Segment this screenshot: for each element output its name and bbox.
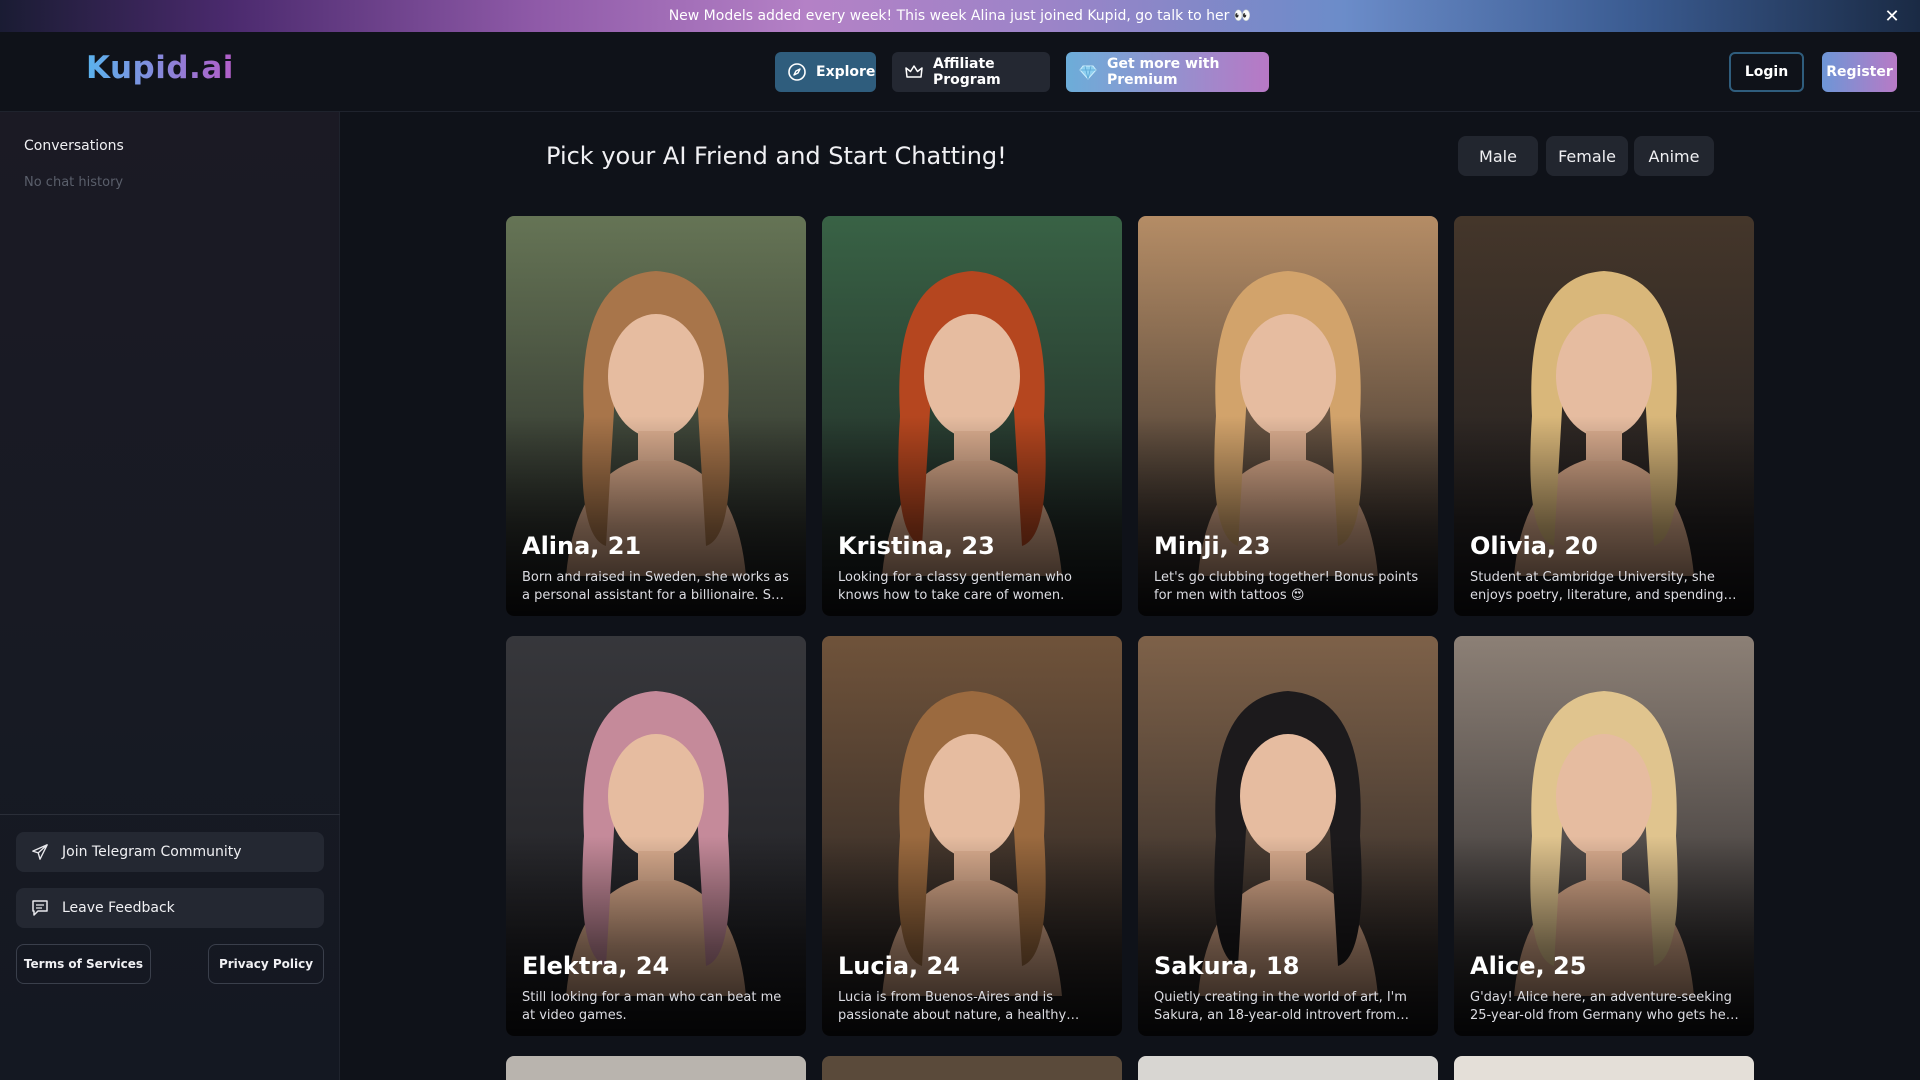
character-name: Lucia, 24	[838, 952, 960, 980]
character-name: Alina, 21	[522, 532, 642, 560]
conversations-title: Conversations	[24, 138, 124, 154]
diamond-icon	[1078, 62, 1098, 82]
partial-card[interactable]	[1138, 1056, 1438, 1080]
premium-label: Get more with Premium	[1107, 56, 1220, 88]
filter-female-button[interactable]: Female	[1546, 136, 1628, 176]
character-card[interactable]: Olivia, 20 Student at Cambridge Universit…	[1454, 216, 1754, 616]
sidebar-divider	[0, 814, 340, 815]
telegram-label: Join Telegram Community	[62, 844, 242, 860]
affiliate-label: Affiliate Program	[933, 56, 1001, 88]
feedback-label: Leave Feedback	[62, 900, 175, 916]
announcement-text: New Models added every week! This week A…	[668, 8, 1252, 24]
character-name: Elektra, 24	[522, 952, 670, 980]
character-name: Alice, 25	[1470, 952, 1587, 980]
announcement-bar: New Models added every week! This week A…	[0, 0, 1920, 32]
leave-feedback-button[interactable]: Leave Feedback	[16, 888, 324, 928]
character-description: Student at Cambridge University, she enj…	[1470, 570, 1724, 603]
character-card[interactable]: Lucia, 24 Lucia is from Buenos-Aires and …	[822, 636, 1122, 1036]
character-description: Lucia is from Buenos-Aires and is passio…	[838, 990, 1067, 1023]
character-card[interactable]: Elektra, 24 Still looking for a man who c…	[506, 636, 806, 1036]
character-description: Quietly creating in the world of art, I'…	[1154, 990, 1407, 1023]
explore-button[interactable]: Explore	[775, 52, 876, 92]
character-card[interactable]: Alice, 25 G'day! Alice here, an adventure…	[1454, 636, 1754, 1036]
character-card[interactable]: Sakura, 18 Quietly creating in the world …	[1138, 636, 1438, 1036]
partial-card[interactable]	[822, 1056, 1122, 1080]
privacy-policy-link[interactable]: Privacy Policy	[208, 944, 324, 984]
top-header: Kupid.ai Explore Affiliate Program Get m…	[0, 32, 1920, 112]
character-name: Kristina, 23	[838, 532, 995, 560]
partial-card[interactable]	[506, 1056, 806, 1080]
character-card[interactable]: Kristina, 23 Looking for a classy gentlem…	[822, 216, 1122, 616]
filter-anime-button[interactable]: Anime	[1634, 136, 1714, 176]
no-chat-history-text: No chat history	[24, 175, 124, 190]
affiliate-program-button[interactable]: Affiliate Program	[892, 52, 1050, 92]
partial-card[interactable]	[1454, 1056, 1754, 1080]
page-title: Pick your AI Friend and Start Chatting!	[546, 142, 1007, 170]
premium-button[interactable]: Get more with Premium	[1066, 52, 1269, 92]
filter-male-button[interactable]: Male	[1458, 136, 1538, 176]
compass-icon	[787, 62, 807, 82]
character-name: Olivia, 20	[1470, 532, 1598, 560]
register-button[interactable]: Register	[1822, 52, 1897, 92]
logo[interactable]: Kupid.ai	[86, 50, 234, 86]
paper-plane-icon	[30, 842, 50, 862]
join-telegram-button[interactable]: Join Telegram Community	[16, 832, 324, 872]
close-icon[interactable]: ✕	[1880, 4, 1904, 28]
character-description: Born and raised in Sweden, she works as …	[522, 570, 789, 603]
character-card[interactable]: Minji, 23 Let's go clubbing together! Bon…	[1138, 216, 1438, 616]
login-button[interactable]: Login	[1729, 52, 1804, 92]
message-icon	[30, 898, 50, 918]
character-name: Sakura, 18	[1154, 952, 1300, 980]
character-description: Still looking for a man who can beat me …	[522, 990, 782, 1023]
crown-icon	[904, 62, 924, 82]
terms-of-service-link[interactable]: Terms of Services	[16, 944, 151, 984]
character-name: Minji, 23	[1154, 532, 1271, 560]
explore-label: Explore	[816, 64, 876, 80]
conversations-sidebar: Conversations No chat history Join Teleg…	[0, 112, 340, 1080]
character-description: Looking for a classy gentleman who knows…	[838, 570, 1072, 603]
character-card[interactable]: Alina, 21 Born and raised in Sweden, she …	[506, 216, 806, 616]
character-description: Let's go clubbing together! Bonus points…	[1154, 570, 1419, 603]
character-description: G'day! Alice here, an adventure-seeking …	[1470, 990, 1732, 1023]
